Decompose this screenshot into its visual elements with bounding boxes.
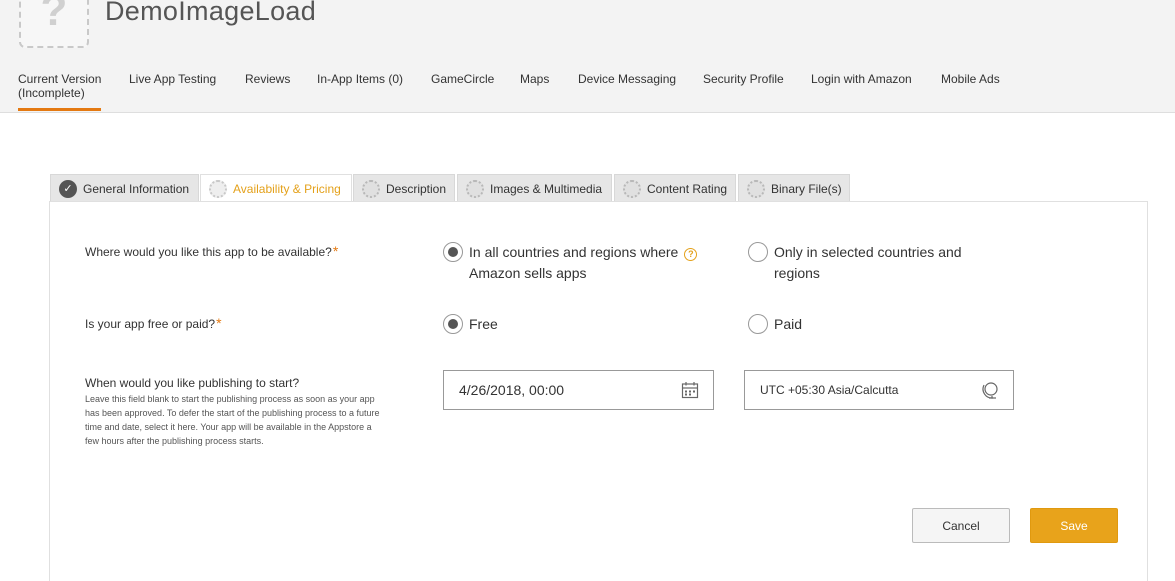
radio-button[interactable]: [443, 242, 463, 262]
option-line-1: In all countries and regions where: [469, 244, 679, 260]
nav-mobile-ads[interactable]: Mobile Ads: [941, 72, 1000, 86]
nav-reviews[interactable]: Reviews: [245, 72, 290, 86]
tab-label: Description: [386, 181, 447, 196]
tab-description[interactable]: Description: [353, 174, 455, 202]
app-header: ? DemoImageLoad Current Version (Incompl…: [0, 0, 1175, 113]
timezone-field[interactable]: UTC +05:30 Asia/Calcutta: [744, 370, 1014, 410]
availability-question-label: Where would you like this app to be avai…: [85, 243, 338, 259]
cancel-button[interactable]: Cancel: [912, 508, 1010, 543]
calendar-icon[interactable]: [681, 381, 699, 402]
nav-item-label: Current Version: [18, 72, 102, 86]
radio-button[interactable]: [748, 314, 768, 334]
pending-status-icon: [209, 180, 227, 198]
tab-label: Availability & Pricing: [233, 182, 341, 196]
help-icon[interactable]: ?: [684, 248, 698, 261]
tab-label: Binary File(s): [771, 181, 842, 196]
nav-live-app-testing[interactable]: Live App Testing: [129, 72, 216, 86]
radio-label: Only in selected countries and regions: [774, 242, 962, 284]
radio-label: Free: [469, 316, 498, 332]
nav-active-indicator: [18, 108, 101, 111]
question-mark-icon: ?: [40, 0, 68, 35]
availability-all-radio[interactable]: In all countries and regions where? Amaz…: [443, 242, 698, 284]
option-line-2: regions: [774, 265, 820, 281]
publishing-help-text: Leave this field blank to start the publ…: [85, 394, 380, 446]
nav-in-app-items[interactable]: In-App Items (0): [317, 72, 403, 86]
option-line-2: Amazon sells apps: [469, 265, 587, 281]
timezone-value: UTC +05:30 Asia/Calcutta: [760, 383, 899, 397]
radio-label: Paid: [774, 316, 803, 332]
tab-general-information[interactable]: ✓ General Information: [50, 174, 199, 202]
tab-label: General Information: [83, 181, 190, 196]
tab-binary-files[interactable]: Binary File(s): [738, 174, 850, 202]
checkmark-icon: ✓: [59, 179, 77, 198]
availability-selected-radio[interactable]: Only in selected countries and regions: [748, 242, 962, 284]
nav-current-version[interactable]: Current Version (Incomplete): [18, 72, 101, 100]
pending-status-icon: [362, 179, 380, 198]
pending-status-icon: [466, 179, 484, 198]
nav-item-sublabel: (Incomplete): [18, 86, 85, 100]
app-icon-placeholder[interactable]: ?: [19, 0, 89, 48]
globe-icon[interactable]: [981, 381, 999, 404]
tab-content-rating[interactable]: Content Rating: [614, 174, 736, 202]
publishing-question-label: When would you like publishing to start?: [85, 376, 300, 390]
tab-availability-pricing[interactable]: Availability & Pricing: [200, 174, 352, 203]
pricing-paid-radio[interactable]: Paid: [748, 314, 802, 335]
date-value: 4/26/2018, 00:00: [459, 382, 565, 398]
nav-login-with-amazon[interactable]: Login with Amazon: [811, 72, 912, 86]
save-button[interactable]: Save: [1030, 508, 1118, 543]
nav-gamecircle[interactable]: GameCircle: [431, 72, 494, 86]
tab-label: Images & Multimedia: [490, 181, 603, 196]
question-text: Is your app free or paid?: [85, 317, 216, 331]
pending-status-icon: [747, 179, 765, 198]
tab-images-multimedia[interactable]: Images & Multimedia: [457, 174, 612, 202]
publish-date-field[interactable]: 4/26/2018, 00:00: [443, 370, 714, 410]
question-text: Where would you like this app to be avai…: [85, 245, 332, 259]
pricing-question-label: Is your app free or paid?*: [85, 315, 222, 331]
pending-status-icon: [623, 179, 641, 198]
radio-button[interactable]: [443, 314, 463, 334]
app-title: DemoImageLoad: [105, 0, 317, 26]
required-marker: *: [216, 315, 222, 331]
nav-device-messaging[interactable]: Device Messaging: [578, 72, 676, 86]
nav-security-profile[interactable]: Security Profile: [703, 72, 784, 86]
option-line-1: Only in selected countries and: [774, 244, 962, 260]
required-marker: *: [332, 243, 339, 259]
nav-maps[interactable]: Maps: [520, 72, 549, 86]
radio-label: In all countries and regions where? Amaz…: [469, 242, 698, 284]
tab-label: Content Rating: [647, 181, 728, 196]
pricing-free-radio[interactable]: Free: [443, 314, 498, 335]
radio-button[interactable]: [748, 242, 768, 262]
